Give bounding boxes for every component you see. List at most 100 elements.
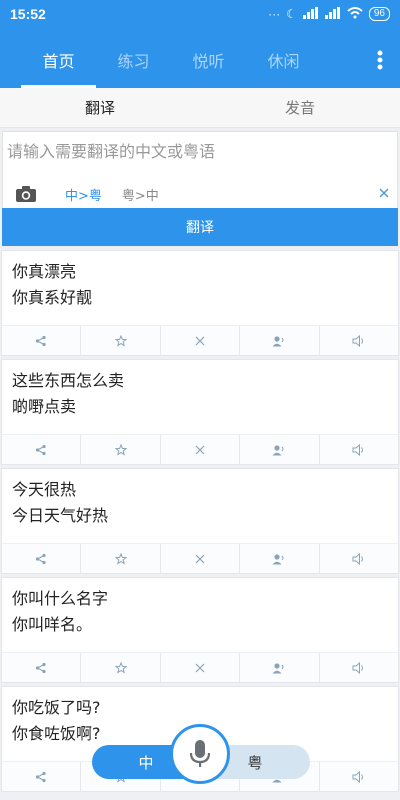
favorite-button[interactable] (81, 326, 161, 355)
delete-icon (195, 554, 205, 563)
star-icon (114, 443, 127, 456)
phrase-source: 你真漂亮 (12, 262, 77, 281)
delete-button[interactable] (161, 653, 241, 682)
phrase-list: 你真漂亮 你真系好靓 这些东西怎么卖 啲嘢点卖 今天很热 今日天气好热 你叫什么… (0, 250, 400, 792)
phrase-actions (2, 434, 398, 464)
tab-label: 休闲 (267, 52, 300, 71)
speaker-person-icon (272, 662, 284, 673)
delete-button[interactable] (161, 544, 241, 573)
star-icon (114, 334, 127, 347)
input-tools: 中>粤 粤>中 (3, 180, 397, 208)
direction-cn-to-yue[interactable]: 中>粤 (65, 185, 102, 204)
main-tabs: 首页 练习 悦听 休闲 (0, 28, 400, 88)
phrase-card: 你叫什么名字 你叫咩名。 (1, 577, 399, 683)
tab-listen[interactable]: 悦听 (171, 32, 246, 88)
status-bar: 15:52 ··· ☾ 96 (0, 0, 400, 28)
signal-icon (302, 6, 319, 22)
subtab-pronunciation[interactable]: 发音 (200, 88, 400, 127)
speak-person-button[interactable] (240, 326, 320, 355)
tab-label: 悦听 (192, 52, 225, 71)
translate-button[interactable]: 翻译 (2, 208, 398, 246)
favorite-button[interactable] (81, 544, 161, 573)
speaker-person-icon (272, 335, 284, 346)
input-card: 中>粤 粤>中 (2, 131, 398, 208)
phrase-source: 你叫什么名字 (12, 589, 109, 608)
subtab-label: 发音 (284, 99, 315, 117)
speaker-person-icon (272, 553, 284, 564)
mic-icon (189, 740, 211, 767)
tab-label: 首页 (42, 52, 75, 71)
favorite-button[interactable] (81, 435, 161, 464)
camera-icon (16, 186, 36, 202)
signal-icon-2 (324, 6, 341, 22)
header: 15:52 ··· ☾ 96 首页 练习 悦听 休闲 (0, 0, 400, 88)
more-vert-icon (377, 50, 383, 70)
share-button[interactable] (2, 544, 82, 573)
share-button[interactable] (2, 435, 82, 464)
play-audio-button[interactable] (320, 435, 398, 464)
share-button[interactable] (2, 653, 82, 682)
more-menu-button[interactable] (360, 32, 400, 88)
share-icon (36, 335, 46, 346)
delete-icon (195, 336, 205, 345)
sub-tabs: 翻译 发音 (0, 88, 400, 128)
status-icons: ··· ☾ 96 (268, 6, 390, 22)
tab-label: 练习 (117, 52, 150, 71)
volume-icon (352, 552, 363, 565)
speaker-person-icon (272, 444, 284, 455)
battery-indicator: 96 (368, 7, 390, 21)
status-time: 15:52 (10, 6, 46, 22)
share-icon (36, 553, 46, 564)
speak-person-button[interactable] (240, 653, 320, 682)
moon-icon: ☾ (286, 7, 297, 21)
dots-icon: ··· (268, 7, 281, 21)
subtab-label: 翻译 (84, 99, 115, 117)
volume-icon (352, 661, 363, 674)
speak-person-button[interactable] (240, 435, 320, 464)
subtab-translate[interactable]: 翻译 (0, 88, 200, 127)
phrase-translation: 今日天气好热 (12, 506, 109, 525)
delete-button[interactable] (161, 326, 241, 355)
play-audio-button[interactable] (320, 544, 398, 573)
phrase-translation: 你真系好靓 (12, 288, 93, 307)
app-root: 15:52 ··· ☾ 96 首页 练习 悦听 休闲 翻译 发音 请输入需要翻译… (0, 0, 400, 800)
clear-button[interactable] (379, 186, 389, 202)
phrase-actions (2, 543, 398, 573)
tab-home[interactable]: 首页 (21, 32, 96, 88)
delete-icon (195, 445, 205, 454)
share-icon (36, 662, 46, 673)
phrase-source: 今天很热 (12, 480, 77, 499)
camera-button[interactable] (7, 180, 45, 208)
close-icon (379, 188, 389, 198)
star-icon (114, 661, 127, 674)
phrase-actions (2, 325, 398, 355)
voice-cantonese-label: 粤 (247, 753, 263, 772)
phrase-card: 这些东西怎么卖 啲嘢点卖 (1, 359, 399, 465)
translate-input[interactable] (3, 132, 397, 180)
delete-button[interactable] (161, 435, 241, 464)
direction-yue-to-cn[interactable]: 粤>中 (122, 185, 159, 204)
phrase-translation: 啲嘢点卖 (12, 397, 77, 416)
phrase-card: 你真漂亮 你真系好靓 (1, 250, 399, 356)
volume-icon (352, 443, 363, 456)
phrase-card: 今天很热 今日天气好热 (1, 468, 399, 574)
tab-leisure[interactable]: 休闲 (246, 32, 321, 88)
phrase-actions (2, 652, 398, 682)
speak-person-button[interactable] (240, 544, 320, 573)
phrase-source: 你吃饭了吗? (12, 698, 101, 717)
voice-mandarin-label: 中 (138, 753, 154, 772)
play-audio-button[interactable] (320, 326, 398, 355)
volume-icon (352, 334, 363, 347)
share-button[interactable] (2, 326, 82, 355)
delete-icon (195, 663, 205, 672)
wifi-icon (347, 6, 363, 22)
mic-button[interactable] (170, 724, 230, 784)
star-icon (114, 552, 127, 565)
tab-practice[interactable]: 练习 (96, 32, 171, 88)
phrase-translation: 你叫咩名。 (12, 615, 93, 634)
voice-bar: 中 粤 (0, 724, 400, 800)
play-audio-button[interactable] (320, 653, 398, 682)
phrase-source: 这些东西怎么卖 (12, 371, 125, 390)
share-icon (36, 444, 46, 455)
favorite-button[interactable] (81, 653, 161, 682)
